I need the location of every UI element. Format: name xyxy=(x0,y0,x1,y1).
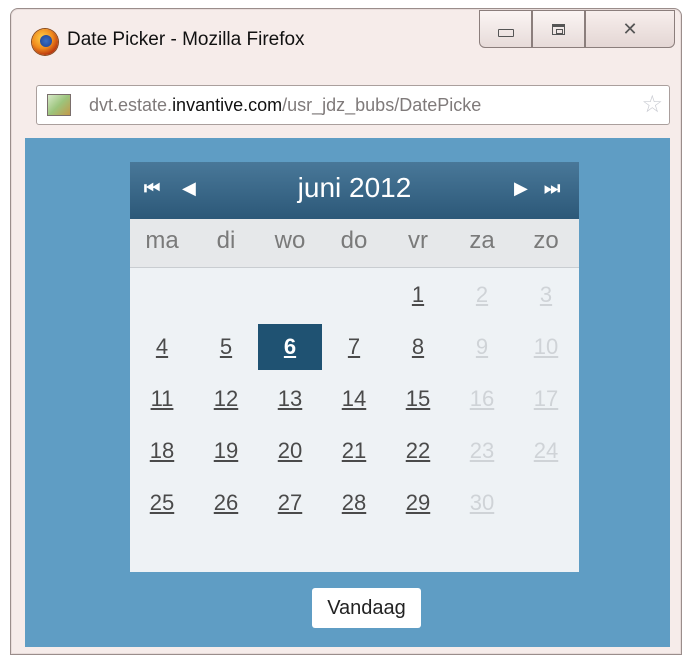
minimize-icon xyxy=(497,29,514,37)
weekday-label: vr xyxy=(408,227,428,254)
url-domain: invantive.com xyxy=(172,95,283,115)
day-cell[interactable]: 5 xyxy=(194,324,258,370)
last-month-button[interactable]: ⏭ xyxy=(544,178,560,200)
firefox-logo-icon xyxy=(32,29,58,55)
date-picker-calendar: ⏮ ◀ juni 2012 ▶ ⏭ ma di wo do vr za zo 1… xyxy=(130,162,579,572)
day-cell[interactable]: 23 xyxy=(450,428,514,474)
day-cell[interactable]: 4 xyxy=(130,324,194,370)
day-cell[interactable]: 27 xyxy=(258,480,322,526)
next-month-button[interactable]: ▶ xyxy=(514,178,528,200)
window-title: Date Picker - Mozilla Firefox xyxy=(67,29,305,50)
day-cell[interactable]: 29 xyxy=(386,480,450,526)
day-cell[interactable]: 18 xyxy=(130,428,194,474)
day-cell[interactable]: 28 xyxy=(322,480,386,526)
day-cell[interactable]: 20 xyxy=(258,428,322,474)
weekday-label: do xyxy=(340,227,368,254)
site-favicon-icon[interactable] xyxy=(47,94,71,116)
day-cell[interactable]: 2 xyxy=(450,272,514,318)
day-cell[interactable]: 7 xyxy=(322,324,386,370)
calendar-header: ⏮ ◀ juni 2012 ▶ ⏭ xyxy=(130,162,579,219)
day-cell[interactable]: 30 xyxy=(450,480,514,526)
maximize-button[interactable] xyxy=(532,10,585,48)
bookmark-star-icon[interactable]: ☆ xyxy=(641,91,663,117)
day-cell[interactable]: 26 xyxy=(194,480,258,526)
day-cell[interactable]: 13 xyxy=(258,376,322,422)
url-path: /usr_jdz_bubs/DatePicke xyxy=(282,95,482,115)
url-prefix: dvt.estate. xyxy=(89,95,173,115)
day-cell[interactable]: 22 xyxy=(386,428,450,474)
url-text[interactable]: dvt.estate.invantive.com/usr_jdz_bubs/Da… xyxy=(89,95,481,116)
weekday-label: ma xyxy=(145,227,179,254)
day-cell[interactable]: 3 xyxy=(514,272,578,318)
day-cell[interactable]: 8 xyxy=(386,324,450,370)
close-button[interactable]: ✕ xyxy=(585,10,675,48)
day-cell[interactable]: 24 xyxy=(514,428,578,474)
today-button[interactable]: Vandaag xyxy=(312,588,421,628)
month-title: juni 2012 xyxy=(297,172,412,203)
day-cell-selected[interactable]: 6 xyxy=(258,324,322,370)
day-cell[interactable]: 14 xyxy=(322,376,386,422)
day-cell[interactable]: 16 xyxy=(450,376,514,422)
maximize-icon xyxy=(552,23,565,35)
day-cell[interactable]: 15 xyxy=(386,376,450,422)
day-cell[interactable]: 11 xyxy=(130,376,194,422)
page-content: ⏮ ◀ juni 2012 ▶ ⏭ ma di wo do vr za zo 1… xyxy=(25,138,670,647)
close-icon: ✕ xyxy=(622,18,638,40)
weekday-label: di xyxy=(216,227,236,254)
url-bar[interactable]: dvt.estate.invantive.com/usr_jdz_bubs/Da… xyxy=(36,85,670,125)
day-cell[interactable]: 1 xyxy=(386,272,450,318)
weekday-label: wo xyxy=(274,227,306,254)
window-controls: ✕ xyxy=(479,10,675,48)
title-bar[interactable]: Date Picker - Mozilla Firefox ✕ xyxy=(11,9,681,71)
day-cell[interactable]: 12 xyxy=(194,376,258,422)
browser-window: Date Picker - Mozilla Firefox ✕ dvt.esta… xyxy=(10,8,682,655)
weekday-label: zo xyxy=(533,227,559,254)
day-cell[interactable]: 10 xyxy=(514,324,578,370)
weekday-label: za xyxy=(469,227,495,254)
weekday-header-row: ma di wo do vr za zo xyxy=(130,219,579,268)
day-cell[interactable]: 19 xyxy=(194,428,258,474)
day-cell[interactable]: 21 xyxy=(322,428,386,474)
minimize-button[interactable] xyxy=(479,10,532,48)
day-cell[interactable]: 9 xyxy=(450,324,514,370)
day-cell[interactable]: 25 xyxy=(130,480,194,526)
day-cell[interactable]: 17 xyxy=(514,376,578,422)
